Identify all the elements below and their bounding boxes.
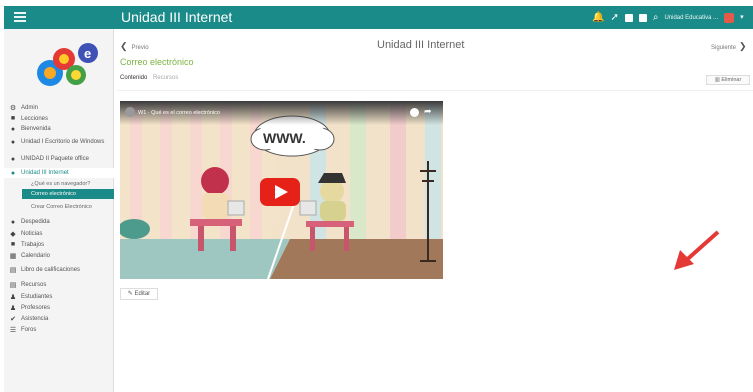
user-menu[interactable]: Unidad Educativa ... <box>664 12 718 24</box>
youtube-play-button[interactable] <box>260 178 300 206</box>
dot-icon: ● <box>10 139 16 146</box>
search-icon[interactable]: ⌕ <box>653 12 659 24</box>
watch-later-icon[interactable] <box>410 108 419 117</box>
resources-icon: ▤ <box>9 282 17 289</box>
sidebar-item-unidad-iii[interactable]: ● Unidad III Internet <box>4 168 114 178</box>
avatar[interactable] <box>724 13 735 23</box>
previous-link[interactable]: ❮ Previo <box>120 41 149 52</box>
video-title[interactable]: W1 · Qué es el correo electrónico <box>138 110 220 116</box>
content-tabs: Contenido Recursos <box>120 75 178 81</box>
sidebar-item-label: Recursos <box>21 282 47 288</box>
arrow-icon <box>674 230 720 270</box>
sidebar-subitem-navegador[interactable]: ¿Qué es un navegador? <box>4 178 114 189</box>
chevron-left-icon: ❮ <box>120 41 128 51</box>
sidebar: e ⚙ Admin ■ Lecciones ● Bienvenida ● Unidad … <box>4 29 114 392</box>
delete-button[interactable]: ▥ Eliminar <box>706 75 750 85</box>
sidebar-item-lecciones[interactable]: ■ Lecciones <box>4 113 114 124</box>
svg-text:e: e <box>84 46 91 61</box>
calendar-icon[interactable] <box>638 14 647 22</box>
grid-icon[interactable] <box>624 14 633 22</box>
lesson-subtitle: Correo electrónico <box>120 57 194 67</box>
dot-icon: ● <box>10 125 16 133</box>
divider <box>117 90 753 91</box>
sidebar-item-noticias[interactable]: ◆ Noticias <box>4 228 114 239</box>
calendar-icon: ▦ <box>9 252 17 260</box>
sidebar-item-label: Despedida <box>21 219 50 225</box>
assignment-icon: ■ <box>10 241 16 248</box>
user-icon: ♟ <box>9 293 17 301</box>
check-icon: ✔ <box>10 315 16 323</box>
dot-icon: ● <box>10 156 16 163</box>
previous-label: Previo <box>131 45 149 51</box>
sidebar-item-trabajos[interactable]: ■ Trabajos <box>4 239 114 250</box>
sidebar-item-foros[interactable]: ☰ Foros <box>4 324 114 335</box>
sidebar-item-calificaciones[interactable]: ▤ Libro de calificaciones <box>4 261 114 279</box>
sidebar-item-label: Profesores <box>21 304 51 311</box>
sidebar-subitem-crear-correo[interactable]: Crear Correo Electrónico <box>4 199 114 216</box>
dot-icon: ● <box>10 169 16 177</box>
chevron-right-icon: ❯ <box>739 41 747 51</box>
sidebar-item-asistencia[interactable]: ✔ Asistencia <box>4 313 114 324</box>
sidebar-item-estudiantes[interactable]: ♟ Estudiantes <box>4 291 114 302</box>
sidebar-item-label: Foros <box>21 326 37 333</box>
channel-avatar[interactable] <box>125 107 135 117</box>
sidebar-item-label: Asistencia <box>21 315 49 322</box>
sidebar-item-despedida[interactable]: ● Despedida <box>4 216 114 228</box>
pencil-icon: ✎ <box>127 291 135 297</box>
sidebar-item-unidad-ii[interactable]: ● UNIDAD II Paquete office <box>4 151 114 168</box>
sidebar-item-label: Noticias <box>21 230 43 237</box>
sidebar-item-label: Bienvenida <box>21 126 51 132</box>
sidebar-item-label: Lecciones <box>21 115 49 122</box>
sidebar-item-label: Calendario <box>21 252 51 259</box>
sidebar-item-recursos[interactable]: ▤ Recursos <box>4 279 114 291</box>
delete-label: Eliminar <box>721 77 742 83</box>
sidebar-item-calendario[interactable]: ▦ Calendario <box>4 250 114 261</box>
school-logo: e <box>37 43 98 86</box>
header-icons: 🔔 ➚ ⌕ Unidad Educativa ... ▾ <box>592 11 744 25</box>
sidebar-item-label: Libro de calificaciones <box>21 266 81 273</box>
lessons-icon: ■ <box>10 115 16 122</box>
sidebar-subitem-correo[interactable]: Correo electrónico <box>22 189 114 199</box>
next-link[interactable]: Siguiente ❯ <box>711 41 747 52</box>
news-icon: ◆ <box>10 230 16 238</box>
sidebar-item-admin[interactable]: ⚙ Admin <box>4 103 114 113</box>
gear-icon: ⚙ <box>9 105 17 112</box>
video-sign-text: WWW. <box>263 130 306 146</box>
sidebar-item-label: Unidad III Internet <box>21 170 69 176</box>
sidebar-item-unidad-i[interactable]: ● Unidad I Escritorio de Windows <box>4 134 114 151</box>
dot-icon: ● <box>10 218 16 226</box>
bell-icon[interactable]: 🔔 <box>592 12 604 24</box>
sidebar-item-label: Unidad I Escritorio de Windows <box>21 139 105 145</box>
sidebar-item-bienvenida[interactable]: ● Bienvenida <box>4 124 114 134</box>
video-player[interactable]: WWW. W1 · Qué es el correo electrónico ➦ <box>120 101 443 279</box>
sidebar-item-label: Trabajos <box>21 241 45 248</box>
menu-icon[interactable] <box>14 12 26 22</box>
top-bar: Unidad III Internet 🔔 ➚ ⌕ Unidad Educati… <box>4 6 753 29</box>
rocket-icon[interactable]: ➚ <box>610 12 618 24</box>
edit-label: Editar <box>134 291 151 297</box>
next-label: Siguiente <box>711 45 737 51</box>
sidebar-item-label: Estudiantes <box>21 293 53 300</box>
app-title: Unidad III Internet <box>121 9 233 25</box>
share-icon[interactable]: ➦ <box>424 106 432 117</box>
forum-icon: ☰ <box>9 326 17 334</box>
gradebook-icon: ▤ <box>9 267 17 274</box>
sidebar-item-label: Admin <box>21 105 39 111</box>
user-icon: ♟ <box>9 304 17 312</box>
sidebar-item-label: UNIDAD II Paquete office <box>21 156 89 162</box>
sidebar-nav: ⚙ Admin ■ Lecciones ● Bienvenida ● Unidad I … <box>4 103 114 335</box>
chevron-down-icon[interactable]: ▾ <box>740 12 744 24</box>
tab-recursos[interactable]: Recursos <box>153 75 178 81</box>
tab-contenido[interactable]: Contenido <box>120 75 147 81</box>
page-title: Unidad III Internet <box>377 39 465 51</box>
sidebar-item-profesores[interactable]: ♟ Profesores <box>4 302 114 313</box>
edit-button[interactable]: ✎ Editar <box>120 288 158 300</box>
